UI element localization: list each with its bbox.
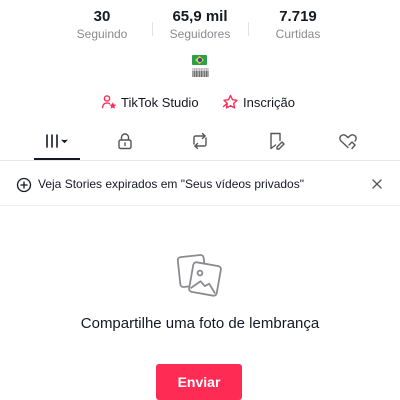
tabs-divider xyxy=(0,160,400,161)
stat-followers-label: Seguidores xyxy=(169,27,231,41)
tab-videos-grid[interactable] xyxy=(29,124,85,158)
stats-divider xyxy=(152,22,153,36)
profile-stats: 30 Seguindo 65,9 mil Seguidores 7.719 Cu… xyxy=(0,8,400,44)
tiktok-studio-link[interactable]: TikTok Studio xyxy=(101,94,199,110)
tab-private[interactable] xyxy=(97,124,153,158)
brazil-flag-icon xyxy=(192,55,207,65)
empty-state-title: Compartilhe uma foto de lembrança xyxy=(80,315,320,332)
notice-text: Veja Stories expirados em "Seus vídeos p… xyxy=(38,177,304,191)
user-star-icon xyxy=(101,95,117,109)
expired-stories-notice[interactable]: Veja Stories expirados em "Seus vídeos p… xyxy=(0,170,400,200)
plus-circle-icon xyxy=(16,177,32,193)
close-button[interactable] xyxy=(368,175,386,193)
profile-tabs xyxy=(0,124,400,160)
stats-divider xyxy=(248,22,249,36)
tab-favorites[interactable] xyxy=(248,124,304,158)
grid-dropdown-icon xyxy=(46,134,68,148)
tab-reposts[interactable] xyxy=(172,124,228,158)
subscription-label: Inscrição xyxy=(243,94,296,110)
stat-following-label: Seguindo xyxy=(76,27,128,41)
stat-likes[interactable]: 7.719 Curtidas xyxy=(253,8,343,41)
tab-liked[interactable] xyxy=(320,124,376,158)
stat-following[interactable]: 30 Seguindo xyxy=(57,8,147,41)
profile-actions: TikTok Studio Inscrição xyxy=(0,92,400,114)
stat-likes-value: 7.719 xyxy=(279,8,317,25)
bookmark-edit-icon xyxy=(270,132,285,150)
send-button[interactable]: Enviar xyxy=(156,364,242,400)
heart-hand-icon xyxy=(339,134,357,150)
profile-bio: iiiiiiiiii xyxy=(191,66,210,80)
tiktok-studio-label: TikTok Studio xyxy=(121,94,199,110)
stat-likes-label: Curtidas xyxy=(275,27,321,41)
notice-divider xyxy=(0,205,400,206)
repost-icon xyxy=(193,132,207,150)
photos-icon xyxy=(177,254,222,297)
stat-followers[interactable]: 65,9 mil Seguidores xyxy=(155,8,245,41)
stat-following-value: 30 xyxy=(93,8,111,25)
subscription-link[interactable]: Inscrição xyxy=(222,94,295,110)
lock-icon xyxy=(118,133,132,150)
star-icon xyxy=(222,94,238,109)
stat-followers-value: 65,9 mil xyxy=(172,8,228,25)
close-icon xyxy=(372,179,382,189)
